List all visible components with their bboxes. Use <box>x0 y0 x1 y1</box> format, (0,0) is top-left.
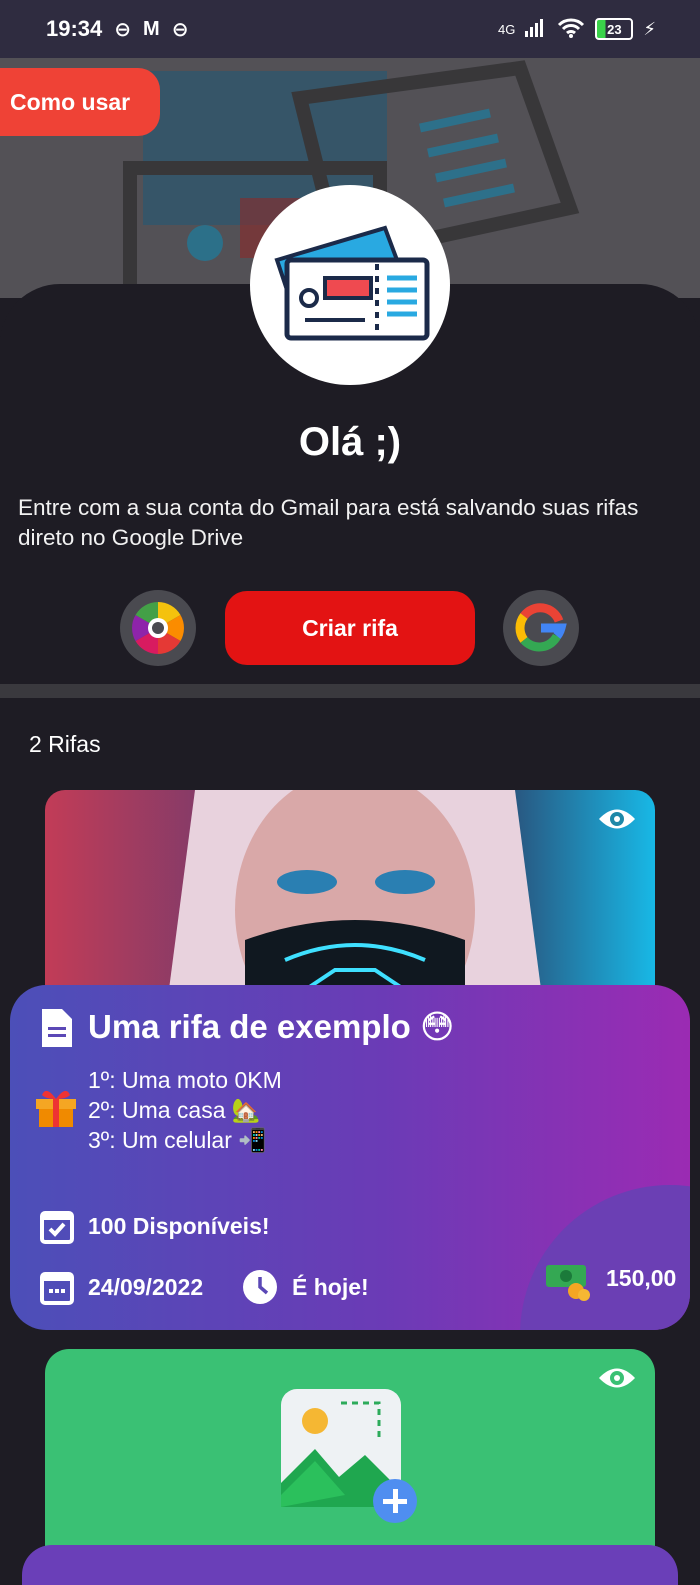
prize-3: 3º: Um celular 📲 <box>88 1127 267 1153</box>
availability-row: 100 Disponíveis! <box>40 1208 270 1244</box>
greeting-title: Olá ;) <box>298 420 402 464</box>
create-raffle-button[interactable]: Criar rifa <box>225 591 475 665</box>
draw-date: 24/09/2022 <box>88 1273 204 1300</box>
how-to-use-button[interactable]: Como usar <box>0 68 160 136</box>
network-type: 4G <box>498 21 516 37</box>
signal-icon <box>525 18 547 40</box>
app-logo <box>250 185 450 385</box>
login-description: Entre com a sua conta do Gmail para está… <box>18 495 639 550</box>
prize-1: 1º: Uma moto 0KM <box>88 1067 282 1093</box>
color-palette-button[interactable] <box>120 590 196 666</box>
time-row: É hoje! <box>242 1269 369 1305</box>
notification-icon: ⊖ <box>114 18 132 41</box>
clock-icon <box>243 1270 277 1304</box>
ticket-price: 150,00 <box>606 1265 677 1291</box>
add-image-icon <box>281 1389 417 1523</box>
raffle-count: 2 Rifas <box>29 731 101 757</box>
ticket-logo-icon <box>274 225 430 341</box>
google-icon <box>515 603 567 652</box>
raffle-title: Uma rifa de exemplo 😳 <box>88 1008 455 1045</box>
gmail-icon: M <box>143 17 160 40</box>
date-row: 24/09/2022 <box>40 1269 203 1305</box>
draw-when: É hoje! <box>292 1273 369 1300</box>
notification-icon-2: ⊖ <box>171 18 189 41</box>
prize-2: 2º: Uma casa 🏡 <box>88 1097 261 1123</box>
raffle-card-2[interactable] <box>22 1545 678 1585</box>
money-icon <box>546 1263 594 1306</box>
section-divider <box>0 684 700 698</box>
status-bar: 19:34 ⊖ M ⊖ 4G 23 ⚡ <box>0 0 700 58</box>
decorative-blob <box>520 1185 690 1330</box>
prize-list: 1º: Uma moto 0KM 2º: Uma casa 🏡 3º: Um c… <box>88 1065 282 1155</box>
calendar-check-icon <box>40 1211 74 1244</box>
wifi-icon <box>557 18 585 41</box>
eye-icon[interactable] <box>597 806 637 832</box>
available-count: 100 Disponíveis! <box>88 1212 270 1239</box>
battery-icon: 23 <box>595 18 634 40</box>
clock: 19:34 <box>46 16 103 41</box>
color-wheel-icon <box>132 602 184 654</box>
google-login-button[interactable] <box>503 590 579 666</box>
charging-icon: ⚡ <box>643 18 656 39</box>
document-icon <box>42 1009 72 1052</box>
calendar-icon <box>40 1272 74 1305</box>
raffle-card[interactable]: Uma rifa de exemplo 😳 1º: Uma moto 0KM 2… <box>10 985 690 1330</box>
eye-icon-2[interactable] <box>597 1365 637 1391</box>
gift-icon <box>34 1085 78 1134</box>
